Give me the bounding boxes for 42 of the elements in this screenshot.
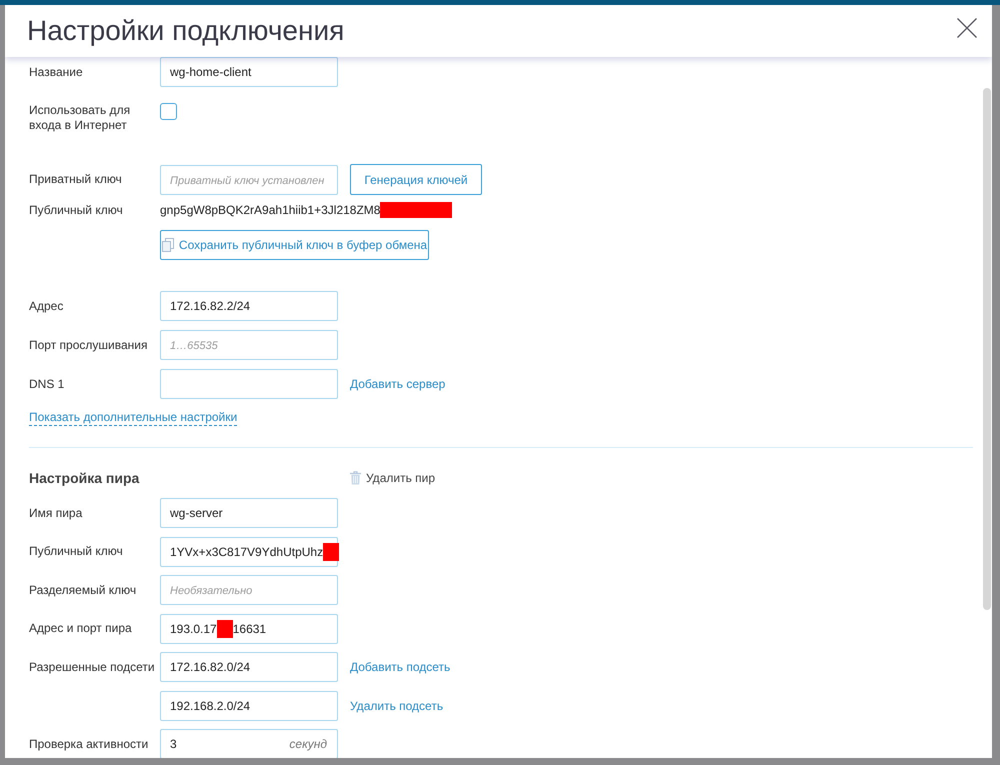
input-field[interactable]: 1YVx+x3C817V9YdhUtpUhz	[160, 536, 338, 566]
action-button[interactable]: Генерация ключей	[350, 164, 482, 195]
unit-label: секунд	[289, 737, 328, 751]
field-label: Использовать для входа в Интернет	[29, 103, 130, 132]
field-label: Публичный ключ	[29, 544, 123, 558]
input-field[interactable]	[160, 369, 338, 399]
dialog-title: Настройки подключения	[27, 14, 344, 48]
close-button[interactable]	[957, 18, 977, 38]
input-field[interactable]: wg-home-client	[160, 57, 338, 87]
input-field[interactable]: 172.16.82.2/24	[160, 291, 338, 321]
input-field[interactable]: Необязательно	[160, 575, 338, 605]
key-text: gnp5gW8pBQK2rA9ah1hiib1+3Jl218ZM8	[160, 203, 380, 217]
field-label: Приватный ключ	[29, 172, 122, 186]
field-label: Адрес	[29, 298, 64, 312]
text-link[interactable]: Добавить подсеть	[350, 660, 450, 674]
field-label: DNS 1	[29, 376, 64, 390]
input-field[interactable]: 172.16.82.0/24	[160, 652, 338, 682]
field-label: Проверка активности	[29, 736, 148, 750]
text-link[interactable]: Добавить сервер	[350, 377, 446, 391]
copy-button[interactable]: Сохранить публичный ключ в буфер обмена	[160, 230, 429, 260]
text-link[interactable]: Показать дополнительные настройки	[29, 410, 238, 426]
section-title: Настройка пира	[29, 470, 140, 486]
scrollbar-thumb[interactable]	[983, 88, 991, 610]
field-label: Разрешенные подсети	[29, 660, 155, 674]
trash-icon	[350, 471, 361, 485]
field-label: Порт прослушивания	[29, 338, 148, 352]
field-label: Публичный ключ	[29, 202, 123, 216]
field-label: Название	[29, 64, 83, 78]
field-label: Имя пира	[29, 506, 82, 520]
field-label: Разделяемый ключ	[29, 582, 136, 596]
copy-icon	[162, 238, 174, 252]
input-field[interactable]: 3 секунд	[160, 729, 338, 758]
input-field[interactable]: 1…65535	[160, 330, 338, 360]
text-link[interactable]: Удалить подсеть	[350, 698, 444, 712]
close-icon	[957, 18, 977, 38]
field-label: Адрес и порт пира	[29, 621, 132, 635]
checkbox[interactable]	[160, 103, 177, 120]
input-field[interactable]: 193.0.17 16631	[160, 614, 338, 644]
delete-peer-button[interactable]: Удалить пир	[350, 471, 436, 485]
input-field[interactable]: wg-server	[160, 498, 338, 528]
input-field[interactable]: 192.168.2.0/24	[160, 690, 338, 720]
input-field[interactable]: Приватный ключ установлен	[160, 164, 338, 194]
